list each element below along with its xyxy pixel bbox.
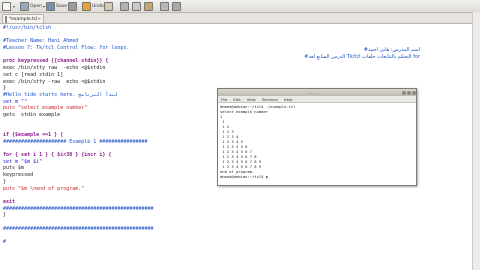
toolbar-label: Save	[56, 3, 68, 9]
chevron-down-icon[interactable]: ▾	[43, 4, 45, 9]
editor-scrollbar[interactable]	[472, 12, 480, 270]
redo-icon	[104, 1, 113, 11]
maximize-icon[interactable]	[406, 90, 411, 95]
print-icon	[68, 1, 77, 11]
terminal-menu-help[interactable]: Help	[284, 97, 293, 102]
terminal-titlebar[interactable]: ...	[218, 89, 416, 96]
paste-button[interactable]	[144, 1, 154, 11]
paste-icon	[144, 1, 153, 11]
cut-icon	[120, 1, 129, 11]
toolbar-label: Open	[30, 3, 43, 9]
new-file-icon	[2, 1, 11, 11]
minimize-icon[interactable]	[401, 90, 406, 95]
toolbar-label: Undo	[92, 3, 104, 9]
chevron-down-icon[interactable]: ▾	[13, 4, 15, 9]
undo-icon	[82, 1, 91, 11]
terminal-line: ahmed@debian:~/tcl$ ▮	[220, 174, 269, 179]
new-file-button[interactable]: ▾	[2, 1, 15, 11]
main-toolbar: ▾ Open ▾ Save Undo	[0, 0, 480, 13]
undo-button[interactable]: Undo	[82, 1, 104, 11]
close-icon[interactable]	[411, 90, 416, 95]
terminal-title: ...	[309, 90, 313, 95]
copy-icon	[132, 1, 141, 11]
code-line: }	[3, 212, 7, 219]
terminal-window[interactable]: ... File Edit View Terminal Help ahmed@debia…	[217, 88, 417, 186]
open-button[interactable]: Open ▾	[20, 1, 45, 11]
code-line: exit	[3, 198, 16, 205]
cut-button[interactable]	[120, 1, 130, 11]
terminal-menu-file[interactable]: File	[221, 97, 227, 102]
arabic-comment-line: #الدرس السابع لغة Tk/tcl التحكم بالتتابع…	[304, 53, 420, 60]
code-line: ########################################…	[3, 225, 154, 232]
arabic-comment-block: #اسم المدرس: هاني احمد #الدرس السابع لغة…	[304, 47, 420, 60]
code-line: #	[3, 239, 7, 245]
terminal-menu-edit[interactable]: Edit	[233, 97, 240, 102]
terminal-menubar: File Edit View Terminal Help	[218, 96, 416, 103]
terminal-menu-terminal[interactable]: Terminal	[262, 97, 278, 102]
code-line: ########################################…	[3, 205, 154, 212]
open-icon	[20, 1, 29, 11]
replace-icon	[172, 1, 181, 11]
terminal-menu-view[interactable]: View	[247, 97, 256, 102]
tab-example-tcl[interactable]: *example.tcl ×	[2, 14, 44, 23]
code-line: #Teacher Name: Hani Ahmed	[3, 38, 79, 45]
terminal-output[interactable]: ahmed@debian:~/tcl$ ./example.tcl select …	[218, 103, 416, 180]
print-button[interactable]	[68, 1, 78, 11]
save-button[interactable]: Save	[46, 1, 67, 11]
code-line: exec /bin/stty -raw echo <@$stdin	[3, 78, 106, 85]
tab-label: *example.tcl	[9, 16, 38, 22]
redo-button[interactable]	[104, 1, 114, 11]
find-button[interactable]	[160, 1, 170, 11]
code-line: puts "$m \nend of program."	[3, 185, 85, 192]
replace-button[interactable]	[172, 1, 182, 11]
document-icon	[5, 15, 7, 23]
tab-bar: *example.tcl ×	[0, 13, 480, 24]
code-line: set c [read stdin 1]	[3, 71, 64, 78]
copy-button[interactable]	[132, 1, 142, 11]
save-icon	[46, 1, 55, 11]
code-line: exec /bin/stty raw -echo <@$stdin	[3, 65, 106, 72]
find-icon	[160, 1, 169, 11]
code-line: #!/usr/bin/tclsh	[3, 25, 52, 31]
close-tab-icon[interactable]: ×	[38, 17, 42, 22]
